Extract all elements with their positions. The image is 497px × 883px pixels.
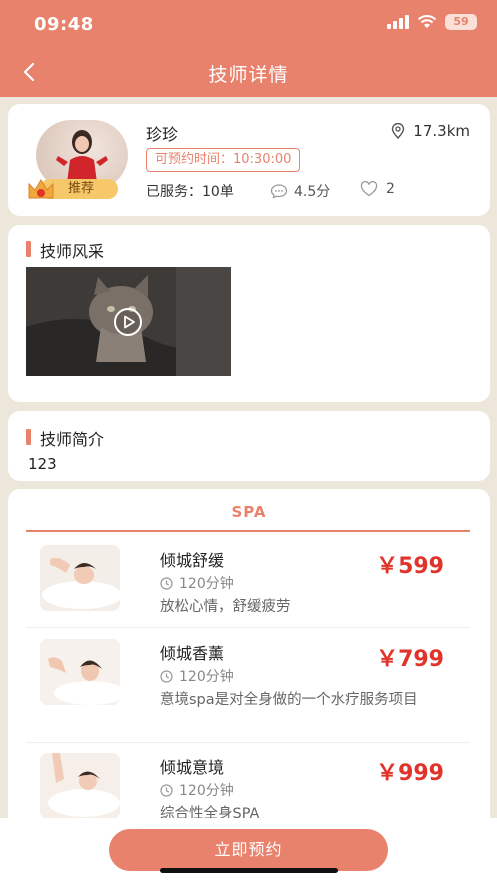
divider [26, 742, 470, 743]
service-duration-value: 120分钟 [179, 669, 234, 685]
service-thumbnail [40, 753, 120, 819]
rating: 4.5分 [270, 181, 330, 201]
intro-section-title: 技师简介 [26, 426, 104, 450]
tab-indicator [26, 530, 470, 532]
service-duration: 120分钟 [160, 666, 234, 686]
style-video[interactable] [26, 267, 231, 376]
service-name: 倾城舒缓 [160, 551, 225, 570]
clock-icon [160, 783, 173, 797]
comment-icon [270, 184, 288, 199]
therapist-name: 珍珍 [146, 125, 179, 144]
intro-text: 123 [28, 455, 57, 473]
service-item[interactable]: 倾城香薰 120分钟 意境spa是对全身做的一个水疗服务项目 ￥799 [26, 635, 470, 743]
service-name: 倾城香薰 [160, 644, 225, 663]
served-count: 已服务：10单 [146, 184, 234, 200]
clock-icon [160, 669, 173, 683]
divider [26, 627, 470, 628]
likes-count: 2 [386, 181, 395, 197]
service-price: ￥799 [376, 647, 444, 672]
service-duration: 120分钟 [160, 573, 234, 593]
service-price: ￥599 [376, 554, 444, 579]
location-icon [392, 123, 405, 139]
home-indicator [160, 868, 338, 873]
signal-icon [387, 15, 409, 29]
service-thumbnail [40, 639, 120, 705]
service-desc: 放松心情，舒缓疲劳 [160, 599, 291, 615]
service-thumbnail [40, 545, 120, 611]
clock-icon [160, 576, 173, 590]
tab-spa[interactable]: SPA [8, 503, 490, 521]
play-icon [114, 308, 142, 336]
distance: 17.3km [391, 122, 470, 140]
available-time-badge: 可预约时间：10:30:00 [146, 148, 301, 172]
distance-value: 17.3km [413, 122, 470, 140]
recommend-badge: 推荐 [26, 176, 118, 200]
intro-card: 技师简介 123 [8, 411, 490, 481]
heart-icon [360, 181, 378, 197]
service-duration-value: 120分钟 [179, 783, 234, 799]
battery-icon: 59 [445, 14, 477, 30]
service-item[interactable]: 倾城舒缓 120分钟 放松心情，舒缓疲劳 ￥599 [26, 543, 470, 629]
status-time: 09:48 [34, 14, 94, 35]
service-name: 倾城意境 [160, 758, 225, 777]
service-price: ￥999 [376, 761, 444, 786]
likes[interactable]: 2 [360, 181, 395, 197]
service-duration-value: 120分钟 [179, 576, 234, 592]
app-header: 09:48 59 技师详情 [0, 0, 497, 97]
service-duration: 120分钟 [160, 780, 234, 800]
style-card: 技师风采 [8, 225, 490, 402]
page-title: 技师详情 [208, 64, 289, 86]
crown-icon [28, 179, 54, 199]
status-icons: 59 [387, 14, 477, 30]
service-desc: 意境spa是对全身做的一个水疗服务项目 [160, 692, 418, 708]
style-section-title: 技师风采 [26, 238, 104, 262]
book-now-button[interactable]: 立即预约 [109, 829, 388, 871]
rating-value: 4.5分 [294, 184, 331, 200]
wifi-icon [417, 15, 437, 28]
